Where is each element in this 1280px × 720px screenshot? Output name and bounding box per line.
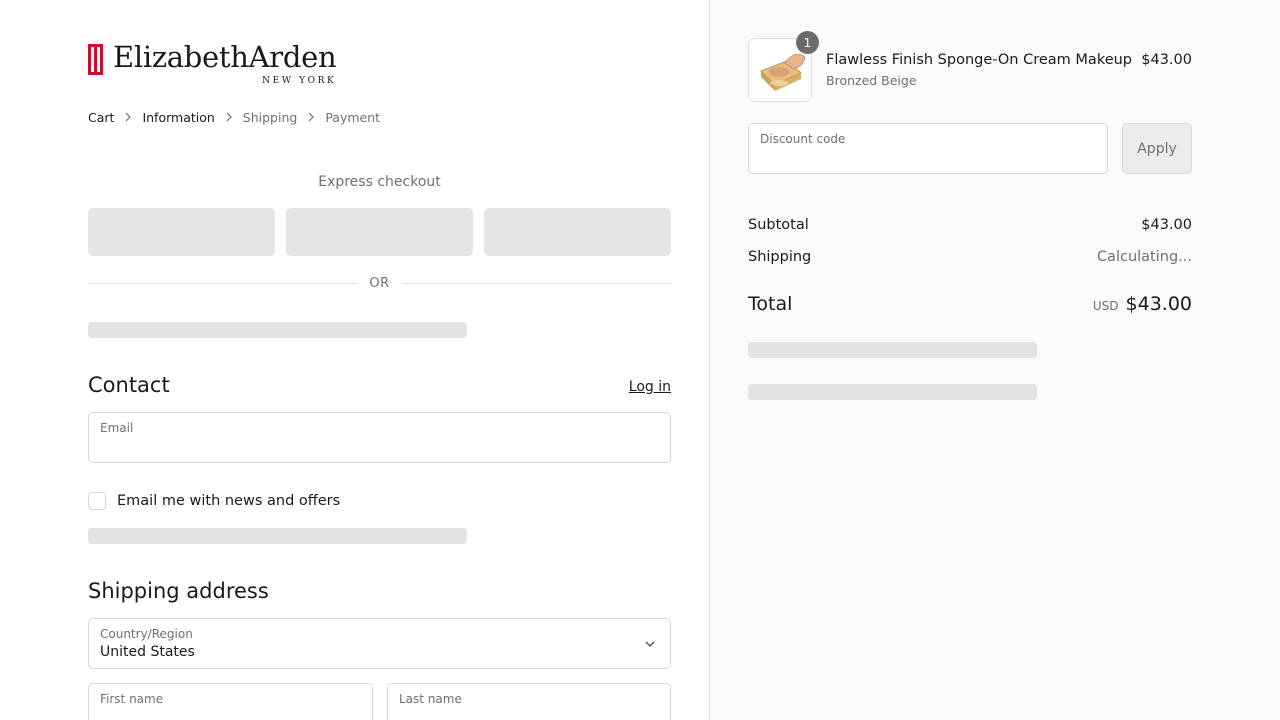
loading-placeholder [748, 384, 1037, 400]
discount-code-label: Discount code [760, 132, 846, 146]
last-name-field[interactable]: Last name [387, 683, 671, 720]
express-pay-button-2[interactable] [286, 208, 473, 256]
total-amount: $43.00 [1125, 293, 1192, 315]
login-link[interactable]: Log in [629, 379, 671, 395]
subtotal-value: $43.00 [1141, 217, 1192, 233]
total-label: Total [748, 293, 793, 315]
express-checkout-title: Express checkout [318, 174, 441, 190]
or-divider: OR [88, 274, 672, 292]
brand-logo[interactable]: ElizabethArden NEW YORK [88, 40, 337, 88]
first-name-label: First name [100, 692, 164, 706]
chevron-right-icon [114, 112, 142, 122]
last-name-label: Last name [399, 692, 462, 706]
total-value-group: USD $43.00 [1093, 293, 1192, 315]
newsletter-checkbox[interactable] [88, 492, 106, 510]
express-pay-button-1[interactable] [88, 208, 275, 256]
email-field[interactable]: Email [88, 412, 671, 463]
logo-mark-icon [88, 44, 103, 75]
loading-placeholder [748, 342, 1037, 358]
checkout-main: ElizabethArden NEW YORK Cart Information… [0, 0, 709, 720]
product-thumbnail: 1 [748, 31, 819, 102]
discount-code-field[interactable]: Discount code [748, 123, 1108, 174]
breadcrumb-cart[interactable]: Cart [88, 110, 114, 125]
first-name-field[interactable]: First name [88, 683, 373, 720]
chevron-down-icon [645, 641, 655, 647]
product-variant: Bronzed Beige [826, 73, 917, 88]
logo-name: ElizabethArden [113, 40, 337, 74]
country-value: United States [100, 644, 195, 660]
shipping-address-title: Shipping address [88, 579, 269, 603]
contact-title: Contact [88, 373, 170, 397]
country-label: Country/Region [100, 627, 193, 641]
product-name: Flawless Finish Sponge-On Cream Makeup [826, 52, 1133, 68]
express-checkout-buttons [88, 208, 671, 256]
currency-code: USD [1092, 299, 1119, 313]
chevron-right-icon [215, 112, 243, 122]
shipping-value: Calculating... [1096, 249, 1192, 265]
product-price: $43.00 [1141, 52, 1192, 68]
breadcrumb: Cart Information Shipping Payment [88, 108, 380, 126]
breadcrumb-shipping: Shipping [242, 109, 298, 125]
express-pay-button-3[interactable] [484, 208, 671, 256]
apply-discount-button[interactable]: Apply [1122, 123, 1192, 174]
loading-placeholder [88, 322, 467, 338]
email-label: Email [100, 421, 134, 435]
subtotal-label: Subtotal [748, 217, 809, 233]
shipping-label: Shipping [748, 249, 812, 265]
newsletter-option[interactable]: Email me with news and offers [88, 491, 340, 511]
newsletter-label: Email me with news and offers [117, 493, 341, 509]
chevron-right-icon [297, 112, 325, 122]
breadcrumb-payment: Payment [325, 109, 381, 125]
country-select[interactable]: Country/Region United States [88, 618, 671, 669]
breadcrumb-information: Information [142, 109, 215, 125]
loading-placeholder [88, 528, 467, 544]
or-label: OR [369, 275, 390, 291]
order-summary [709, 0, 1280, 720]
quantity-badge: 1 [796, 31, 819, 54]
logo-subline: NEW YORK [262, 76, 337, 86]
